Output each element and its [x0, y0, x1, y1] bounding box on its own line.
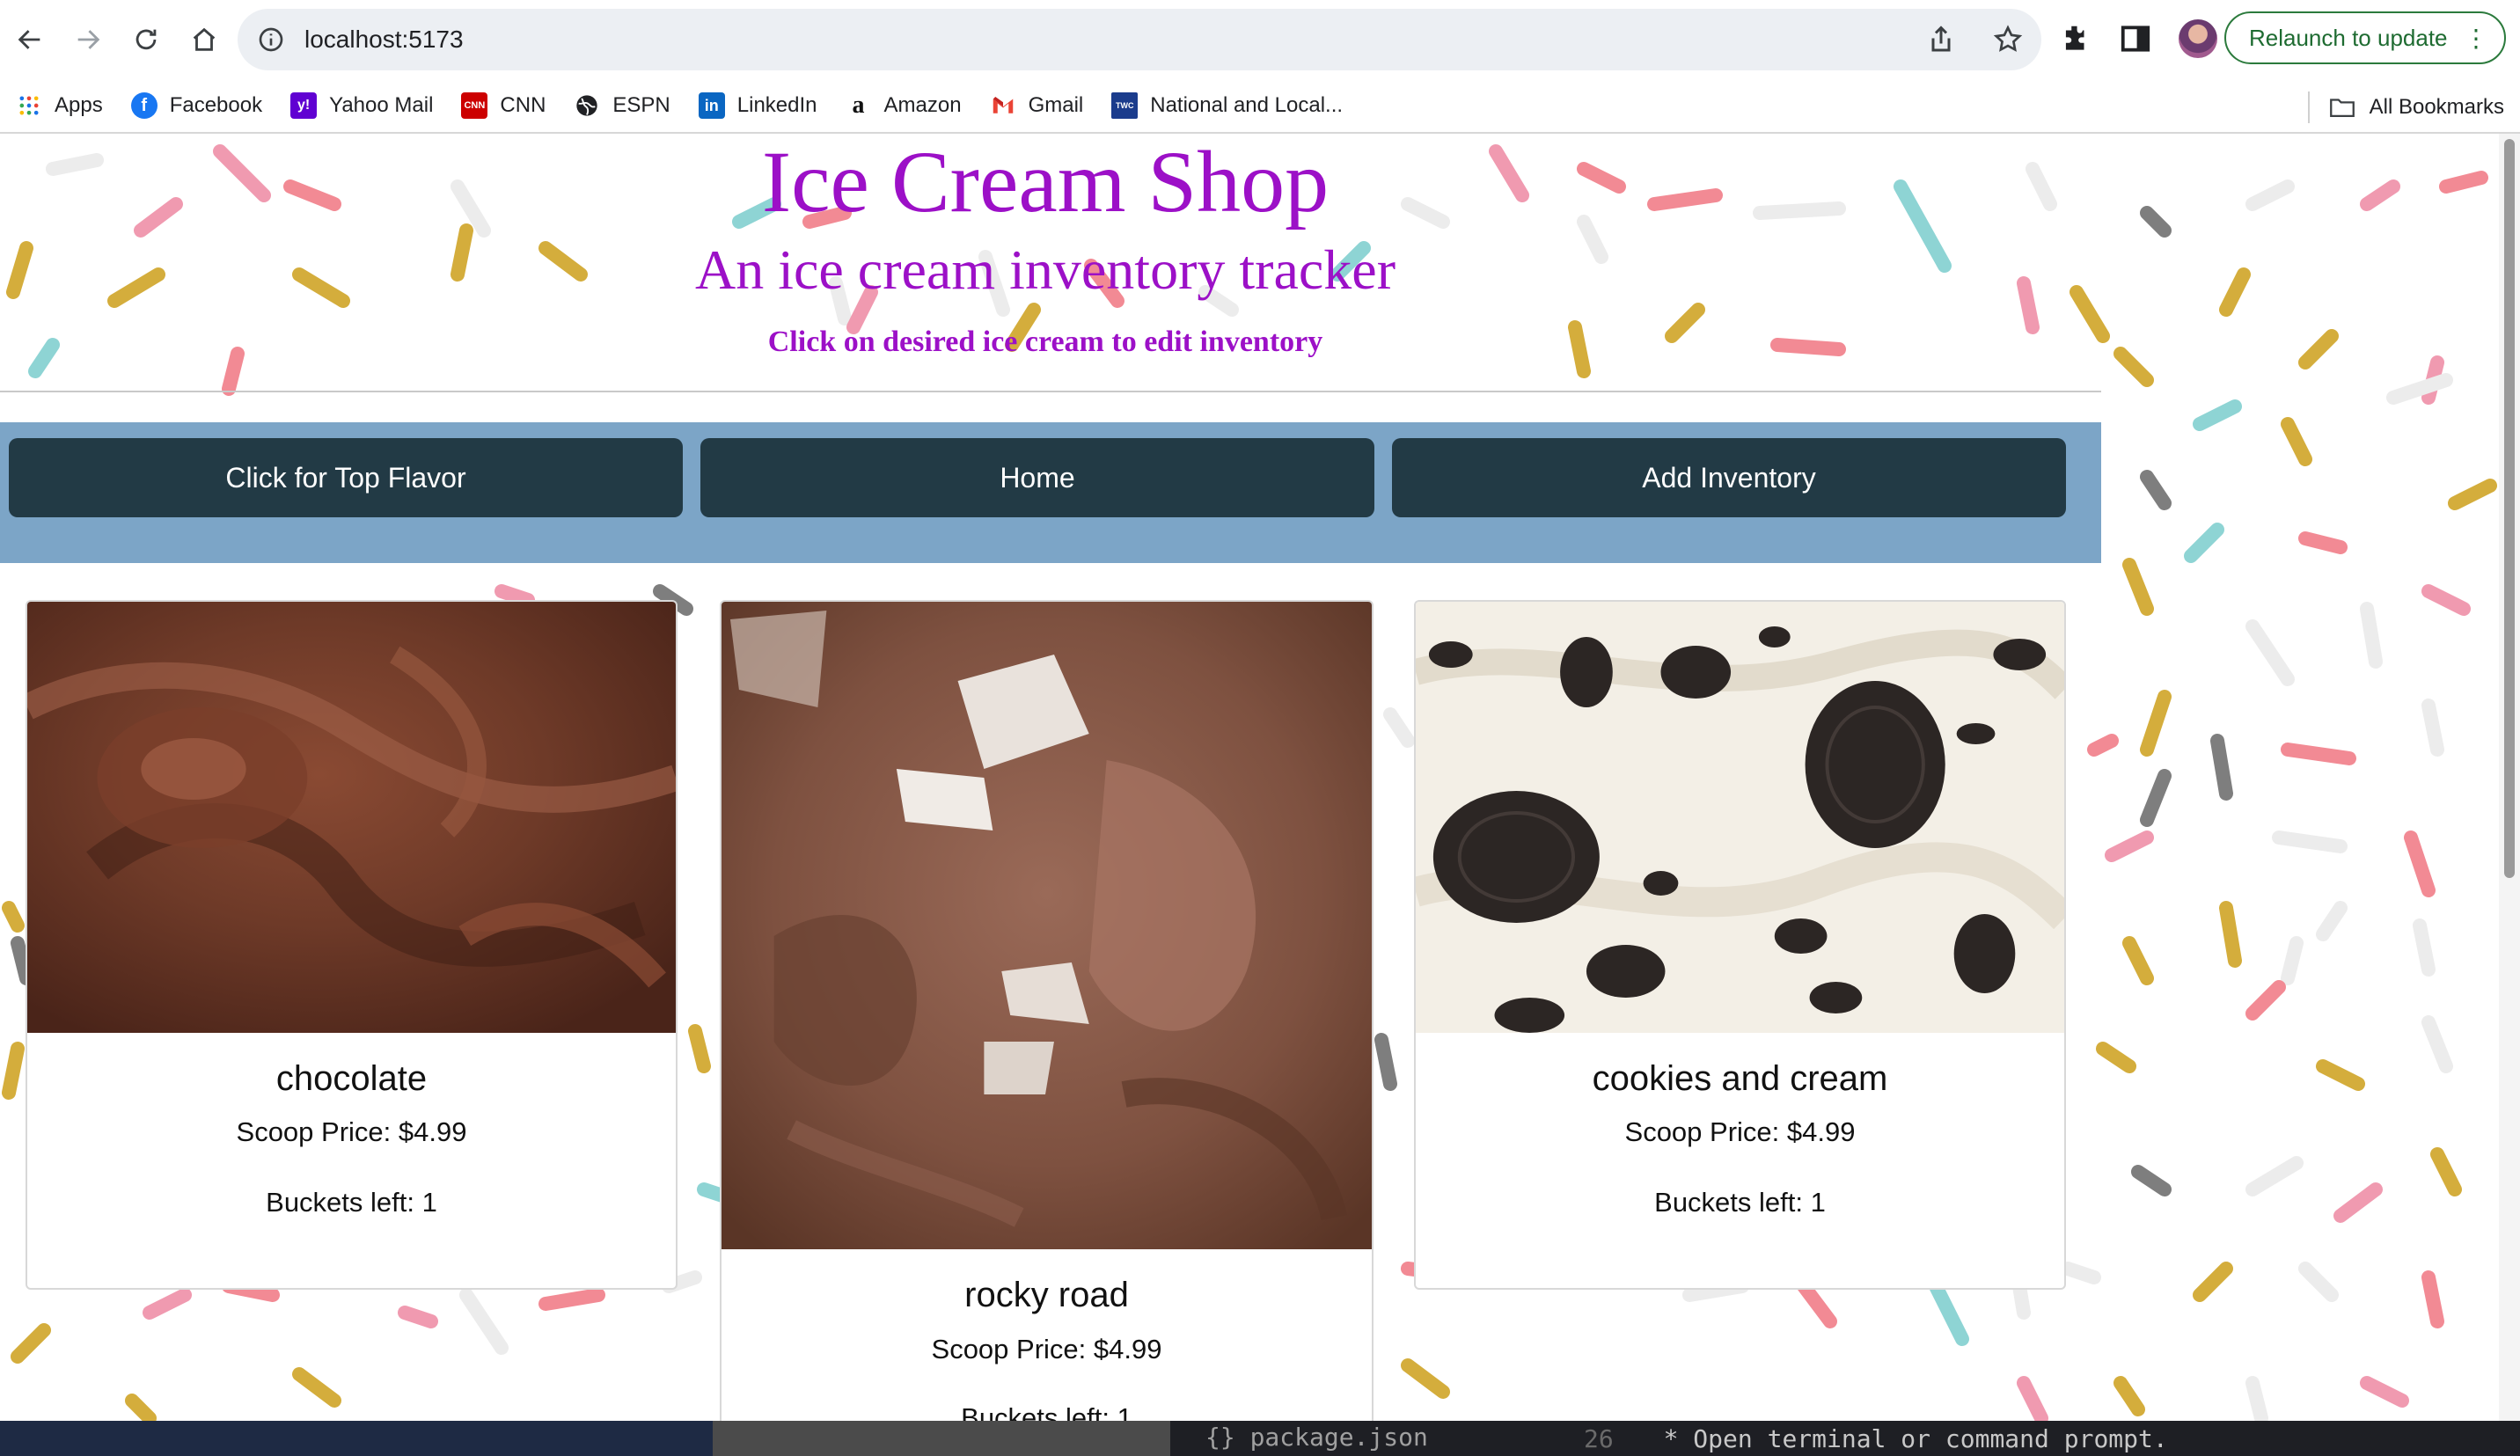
page-scrollbar[interactable] — [2499, 134, 2520, 1421]
edit-hint: Click on desired ice cream to edit inven… — [767, 326, 1323, 358]
all-bookmarks-label: All Bookmarks — [2369, 95, 2504, 119]
bookmark-yahoo-mail[interactable]: y! Yahoo Mail — [290, 92, 433, 119]
espn-globe-icon — [574, 92, 600, 119]
bookmark-label: National and Local... — [1150, 93, 1344, 117]
bookmark-national-local[interactable]: TWC National and Local... — [1111, 92, 1343, 119]
bookmark-facebook[interactable]: f Facebook — [130, 92, 263, 119]
reload-icon[interactable] — [128, 22, 164, 57]
site-info-icon[interactable] — [257, 26, 285, 54]
bookmark-amazon[interactable]: a Amazon — [846, 91, 962, 119]
chocolate-ice-cream-image — [27, 602, 676, 1033]
home-button[interactable]: Home — [700, 438, 1374, 517]
background-windows: {} package.json 26 * Open terminal or co… — [0, 1421, 2520, 1456]
back-icon[interactable] — [12, 22, 48, 57]
line-number: 26 — [1584, 1424, 1614, 1453]
folder-icon — [2329, 99, 2355, 118]
relaunch-label: Relaunch to update — [2249, 24, 2448, 51]
all-bookmarks-button[interactable]: All Bookmarks — [2307, 91, 2504, 123]
flavor-card-chocolate[interactable]: chocolate Scoop Price: $4.99 Buckets lef… — [26, 600, 678, 1290]
side-panel-icon[interactable] — [2119, 22, 2152, 55]
nav-bar: Click for Top Flavor Home Add Inventory — [0, 422, 2101, 563]
background-window — [713, 1421, 1170, 1456]
flavor-buckets: Buckets left: 1 — [961, 1402, 1132, 1421]
browser-toolbar: localhost:5173 Relaunch to update ⋮ — [0, 0, 2520, 79]
home-icon[interactable] — [187, 22, 222, 57]
bookmark-label: Yahoo Mail — [329, 93, 434, 117]
gmail-icon — [990, 92, 1016, 119]
page-title: Ice Cream Shop — [761, 134, 1330, 230]
profile-avatar[interactable] — [2179, 19, 2217, 58]
url-text[interactable]: localhost:5173 — [304, 26, 464, 54]
bookmark-gmail[interactable]: Gmail — [990, 92, 1084, 119]
extensions-icon[interactable] — [2059, 22, 2092, 55]
weather-channel-icon: TWC — [1111, 92, 1139, 119]
yahoo-mail-icon: y! — [290, 92, 318, 119]
more-menu-icon[interactable]: ⋮ — [2464, 24, 2488, 53]
bookmark-cnn[interactable]: CNN CNN — [461, 92, 546, 119]
bookmarks-bar: Apps f Facebook y! Yahoo Mail CNN CNN ES… — [0, 79, 2520, 134]
editor-code-line: 26 * Open terminal or command prompt. — [1584, 1424, 2168, 1453]
page-header: Ice Cream Shop An ice cream inventory tr… — [0, 134, 2101, 391]
bookmark-label: Gmail — [1028, 93, 1084, 117]
rocky-road-ice-cream-image — [722, 602, 1372, 1249]
bookmark-linkedin[interactable]: in LinkedIn — [698, 92, 817, 119]
bookmark-label: LinkedIn — [736, 93, 817, 117]
line-text: * Open terminal or command prompt. — [1663, 1424, 2168, 1453]
cnn-icon: CNN — [461, 92, 488, 119]
flavor-price: Scoop Price: $4.99 — [236, 1116, 467, 1147]
flavor-price: Scoop Price: $4.99 — [1624, 1116, 1856, 1147]
amazon-icon: a — [852, 91, 865, 119]
flavor-card-cookies-and-cream[interactable]: cookies and cream Scoop Price: $4.99 Buc… — [1414, 600, 2066, 1290]
linkedin-icon: in — [698, 92, 725, 119]
bookmark-label: Facebook — [169, 93, 263, 117]
bookmark-apps[interactable]: Apps — [16, 92, 103, 119]
flavor-card-rocky-road[interactable]: rocky road Scoop Price: $4.99 Buckets le… — [720, 600, 1374, 1421]
bookmark-star-icon[interactable] — [1992, 24, 2024, 55]
flavor-name: rocky road — [964, 1276, 1129, 1314]
relaunch-button[interactable]: Relaunch to update ⋮ — [2224, 11, 2506, 64]
editor-file-tab: {} package.json — [1205, 1423, 1428, 1452]
flavor-buckets: Buckets left: 1 — [266, 1187, 437, 1218]
page-viewport: Ice Cream Shop An ice cream inventory tr… — [0, 134, 2499, 1421]
flavor-name: cookies and cream — [1592, 1059, 1888, 1098]
bookmark-label: CNN — [500, 93, 546, 117]
cookies-and-cream-ice-cream-image — [1416, 602, 2064, 1033]
bookmark-label: ESPN — [612, 93, 670, 117]
add-inventory-button[interactable]: Add Inventory — [1392, 438, 2066, 517]
forward-icon[interactable] — [70, 22, 106, 57]
share-icon[interactable] — [1925, 24, 1957, 55]
apps-grid-icon — [16, 92, 42, 119]
scrollbar-thumb[interactable] — [2504, 139, 2515, 878]
header-divider — [0, 391, 2101, 392]
top-flavor-button[interactable]: Click for Top Flavor — [9, 438, 683, 517]
facebook-icon: f — [130, 92, 158, 119]
bookmark-label: Amazon — [883, 93, 962, 117]
page-subtitle: An ice cream inventory tracker — [694, 238, 1396, 301]
flavor-buckets: Buckets left: 1 — [1654, 1187, 1826, 1218]
bookmarks-separator — [2307, 91, 2310, 123]
address-bar[interactable]: localhost:5173 — [238, 9, 2041, 70]
bookmark-label: Apps — [55, 93, 103, 117]
flavor-price: Scoop Price: $4.99 — [931, 1334, 1162, 1365]
bookmark-espn[interactable]: ESPN — [574, 92, 670, 119]
flavor-name: chocolate — [275, 1059, 428, 1098]
